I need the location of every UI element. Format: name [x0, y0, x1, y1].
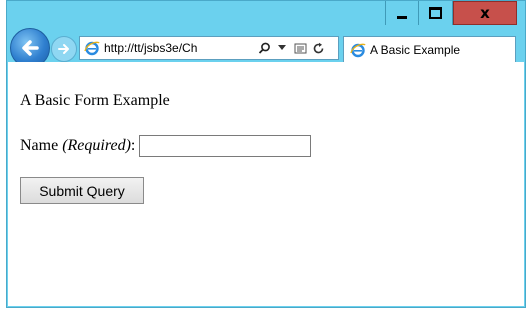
ie-logo-icon [84, 41, 100, 56]
search-icon[interactable] [256, 38, 272, 58]
page-heading: A Basic Form Example [20, 92, 170, 109]
minimize-icon [397, 15, 407, 19]
page-content: A Basic Form Example Name (Required) : S… [8, 62, 524, 306]
required-label: (Required) [62, 137, 131, 154]
maximize-button[interactable] [419, 1, 453, 25]
close-icon: x [480, 3, 490, 22]
tab-title: A Basic Example [370, 42, 461, 57]
address-url[interactable]: http://tt/jsbs3e/Ch [104, 41, 254, 55]
chevron-down-icon[interactable] [274, 38, 290, 58]
refresh-icon[interactable] [310, 38, 326, 58]
arrow-right-icon [58, 44, 69, 54]
ie-logo-icon [350, 43, 366, 57]
forward-button[interactable] [51, 36, 77, 62]
name-label: Name [20, 137, 63, 154]
compatibility-view-icon[interactable] [292, 38, 308, 58]
label-colon: : [130, 137, 136, 154]
arrow-left-icon [22, 40, 39, 56]
close-button[interactable]: x [453, 1, 517, 25]
tab-active[interactable]: A Basic Example [343, 36, 516, 62]
address-bar[interactable]: http://tt/jsbs3e/Ch [79, 36, 339, 60]
minimize-button[interactable] [385, 1, 419, 25]
name-row: Name (Required) : [20, 135, 312, 157]
maximize-icon [429, 7, 442, 19]
browser-window: x http://tt/jsbs3e/Ch A Basic Example A … [6, 0, 526, 308]
submit-button[interactable]: Submit Query [20, 177, 144, 204]
name-input[interactable] [139, 135, 312, 157]
